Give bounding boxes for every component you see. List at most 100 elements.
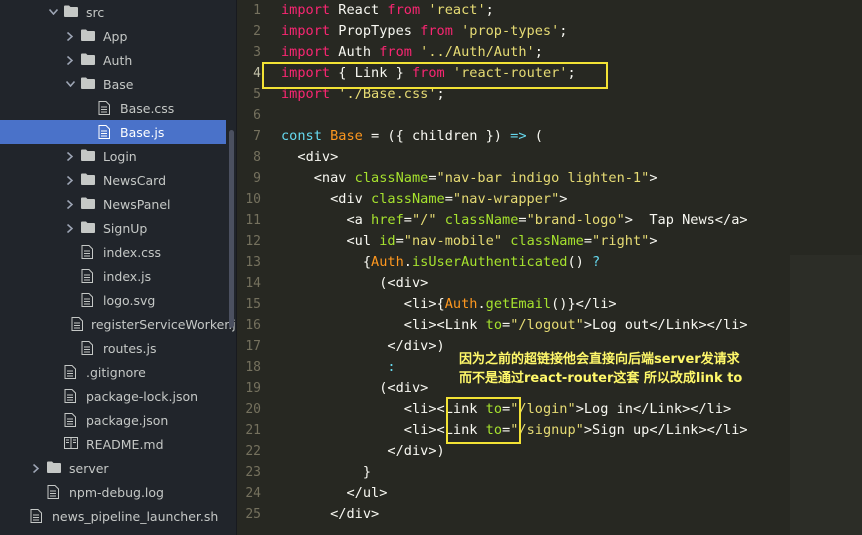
tree-folder-src[interactable]: src	[0, 0, 226, 24]
code-line[interactable]: <a href="/" className="brand-logo"> Tap …	[281, 210, 748, 231]
tree-file-readme-md[interactable]: README.md	[0, 432, 226, 456]
code-line[interactable]: <div>	[281, 147, 338, 168]
tree-file-index-css[interactable]: index.css	[0, 240, 226, 264]
tree-file-base-css[interactable]: Base.css	[0, 96, 226, 120]
code-token: >	[379, 485, 388, 501]
chevron-right-icon[interactable]	[31, 463, 41, 473]
file-icon	[98, 125, 112, 139]
chevron-right-icon[interactable]	[65, 31, 75, 41]
code-token: >)	[428, 338, 445, 354]
code-line[interactable]: <li>{Auth.getEmail()}</li>	[281, 294, 617, 315]
code-line[interactable]: (<div>	[281, 378, 428, 399]
code-token: >	[739, 212, 748, 228]
code-line[interactable]: <nav className="nav-bar indigo lighten-1…	[281, 168, 658, 189]
tree-folder-base[interactable]: Base	[0, 72, 226, 96]
tree-item-label: routes.js	[103, 340, 157, 356]
code-token: }	[281, 464, 372, 480]
code-line[interactable]: }	[281, 462, 371, 483]
code-token: div	[395, 380, 421, 396]
tree-folder-server[interactable]: server	[0, 456, 226, 480]
code-token: (<	[281, 380, 396, 396]
chevron-right-icon[interactable]	[65, 175, 75, 185]
code-token: div	[403, 443, 429, 459]
code-token: "/signup"	[510, 422, 584, 438]
file-icon	[71, 317, 83, 331]
code-line[interactable]: (<div>	[281, 273, 428, 294]
code-line[interactable]: <div className="nav-wrapper">	[281, 189, 567, 210]
file-icon	[81, 245, 95, 259]
tree-scrollbar[interactable]	[229, 130, 234, 328]
tree-file-package-lock-json[interactable]: package-lock.json	[0, 384, 226, 408]
import-highlight-box	[262, 62, 608, 89]
code-token: "nav-mobile"	[403, 233, 503, 249]
code-token: ><	[428, 401, 445, 417]
code-line[interactable]: import PropTypes from 'prop-types';	[281, 21, 567, 42]
tree-folder-app[interactable]: App	[0, 24, 226, 48]
line-number: 14	[245, 276, 261, 291]
code-token: =	[428, 170, 437, 186]
code-line[interactable]: import React from 'react';	[281, 0, 494, 21]
code-line[interactable]: </div>)	[281, 441, 444, 462]
tree-folder-newspanel[interactable]: NewsPanel	[0, 192, 226, 216]
tree-file-npm-debug-log[interactable]: npm-debug.log	[0, 480, 226, 504]
tree-file-package-json[interactable]: package.json	[0, 408, 226, 432]
code-line[interactable]: <ul id="nav-mobile" className="right">	[281, 231, 657, 252]
code-token: 'prop-types'	[452, 23, 560, 39]
code-token: >Log in</	[575, 401, 650, 417]
file-tree-panel: src App Auth Base Base.css Base.js Login NewsCa…	[0, 0, 237, 535]
tree-item-label: npm-debug.log	[69, 484, 164, 500]
code-line[interactable]: :	[281, 357, 395, 378]
code-token: li	[723, 422, 740, 438]
code-token: >{	[428, 296, 445, 312]
tree-folder-signup[interactable]: SignUp	[0, 216, 226, 240]
tree-file--gitignore[interactable]: .gitignore	[0, 360, 226, 384]
code-token: (<	[281, 275, 396, 291]
chevron-right-icon[interactable]	[65, 55, 75, 65]
line-number: 11	[245, 213, 261, 228]
file-icon	[98, 101, 112, 115]
code-token: const	[281, 128, 322, 144]
code-token: <	[281, 233, 355, 249]
code-line[interactable]: const Base = ({ children }) => (	[281, 126, 543, 147]
tree-folder-login[interactable]: Login	[0, 144, 226, 168]
tree-folder-newscard[interactable]: NewsCard	[0, 168, 226, 192]
chevron-right-icon[interactable]	[65, 151, 75, 161]
tree-file-index-js[interactable]: index.js	[0, 264, 226, 288]
code-token: ><	[428, 317, 445, 333]
chevron-right-icon[interactable]	[65, 223, 75, 233]
tree-file-logo-svg[interactable]: logo.svg	[0, 288, 226, 312]
chevron-right-icon[interactable]	[65, 199, 75, 209]
code-token: > Tap News</	[624, 212, 732, 228]
chevron-down-icon[interactable]	[65, 81, 75, 87]
chevron-down-icon[interactable]	[48, 9, 58, 15]
code-line[interactable]: </ul>	[281, 483, 387, 504]
code-token: to	[477, 317, 503, 333]
tree-file-news-pipeline-launcher-sh[interactable]: news_pipeline_launcher.sh	[0, 504, 226, 528]
code-token: div	[305, 149, 331, 165]
code-token: "/"	[411, 212, 437, 228]
tree-file-base-js[interactable]: Base.js	[0, 120, 226, 144]
line-number: 19	[245, 381, 261, 396]
code-token: <	[281, 422, 412, 438]
code-token: ;	[559, 23, 568, 39]
code-token: >	[420, 275, 429, 291]
tree-item-label: Login	[103, 148, 137, 164]
tree-item-label: NewsPanel	[103, 196, 171, 212]
tree-file-routes-js[interactable]: routes.js	[0, 336, 226, 360]
tree-item-label: App	[103, 28, 128, 44]
tree-item-label: NewsCard	[103, 172, 167, 188]
code-token: Auth	[330, 44, 380, 60]
tree-file-registerserviceworker-js[interactable]: registerServiceWorker.js	[0, 312, 236, 336]
code-token: from	[420, 23, 453, 39]
code-line[interactable]: import Auth from '../Auth/Auth';	[281, 42, 543, 63]
tree-folder-auth[interactable]: Auth	[0, 48, 226, 72]
scroll-region[interactable]	[790, 255, 862, 535]
file-icon	[81, 269, 95, 283]
code-token: =	[502, 317, 511, 333]
code-line[interactable]: </div>	[281, 504, 379, 525]
code-line[interactable]: {Auth.isUserAuthenticated() ?	[281, 252, 600, 273]
code-token: "nav-bar indigo lighten-1"	[436, 170, 650, 186]
code-line[interactable]: <li><Link to="/logout">Log out</Link></l…	[281, 315, 748, 336]
line-number: 12	[245, 234, 261, 249]
code-line[interactable]: </div>)	[281, 336, 445, 357]
